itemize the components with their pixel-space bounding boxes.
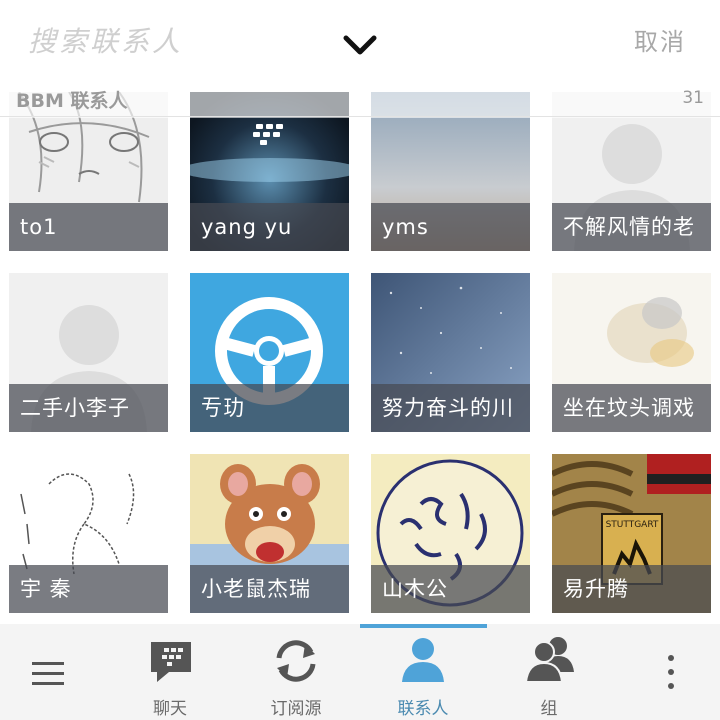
contact-person-icon bbox=[402, 638, 444, 682]
hamburger-menu-icon[interactable] bbox=[30, 660, 66, 688]
sync-icon bbox=[276, 640, 316, 682]
contact-tile[interactable]: 努力奋斗的川 bbox=[371, 273, 530, 432]
search-input[interactable]: 搜索联系人 bbox=[28, 20, 183, 60]
bottom-nav: 聊天 订阅源 联系人 组 bbox=[0, 624, 720, 720]
contact-name: yms bbox=[371, 203, 530, 251]
tab-feeds[interactable]: 订阅源 bbox=[233, 624, 359, 720]
contact-name: 山木公 bbox=[371, 565, 530, 613]
contact-name: 易升腾 bbox=[552, 565, 711, 613]
svg-text:STUTTGART: STUTTGART bbox=[606, 520, 659, 530]
tab-label: 订阅源 bbox=[270, 699, 322, 719]
contact-name: to1 bbox=[9, 203, 168, 251]
more-vertical-icon[interactable] bbox=[662, 652, 680, 692]
contact-name: 宇 秦 bbox=[9, 565, 168, 613]
contact-tile[interactable]: 山木公 bbox=[371, 454, 530, 613]
contact-name: 小老鼠杰瑞 bbox=[190, 565, 349, 613]
section-count: 31 bbox=[682, 88, 704, 108]
contact-tile[interactable]: STUTTGART 易升腾 bbox=[552, 454, 711, 613]
section-title: BBM 联系人 bbox=[16, 90, 128, 112]
tab-groups[interactable]: 组 bbox=[486, 624, 612, 720]
contact-name: 二手小李子 bbox=[9, 384, 168, 432]
section-divider bbox=[0, 116, 720, 117]
contact-name: 坐在坟头调戏 bbox=[552, 384, 711, 432]
contact-name: yang yu bbox=[190, 203, 349, 251]
contact-tile[interactable]: 二手小李子 bbox=[9, 273, 168, 432]
tab-chat[interactable]: 聊天 bbox=[107, 624, 233, 720]
contact-tile[interactable]: 宇 秦 bbox=[9, 454, 168, 613]
group-icon bbox=[524, 637, 574, 683]
contact-tile[interactable]: 小老鼠杰瑞 bbox=[190, 454, 349, 613]
tab-label: 聊天 bbox=[153, 699, 187, 719]
chevron-down-icon[interactable] bbox=[340, 30, 380, 60]
cancel-button[interactable]: 取消 bbox=[634, 22, 686, 57]
tab-label: 联系人 bbox=[397, 699, 449, 719]
search-header: 搜索联系人 取消 bbox=[0, 0, 720, 78]
contact-name: 不解风情的老 bbox=[552, 203, 711, 251]
bbm-chat-icon bbox=[151, 642, 191, 682]
tab-contacts[interactable]: 联系人 bbox=[360, 624, 486, 720]
contact-tile[interactable]: 坐在坟头调戏 bbox=[552, 273, 711, 432]
contact-tile[interactable]: 亐玏 bbox=[190, 273, 349, 432]
contact-name: 亐玏 bbox=[190, 384, 349, 432]
tab-label: 组 bbox=[540, 699, 558, 719]
contact-name: 努力奋斗的川 bbox=[371, 384, 530, 432]
